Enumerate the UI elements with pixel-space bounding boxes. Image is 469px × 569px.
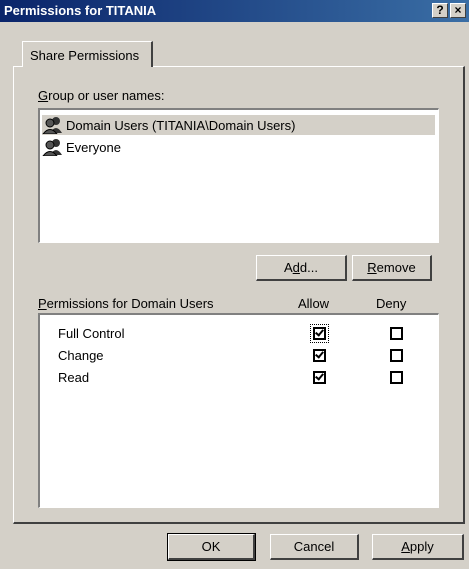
window-title: Permissions for TITANIA bbox=[4, 3, 157, 18]
permissions-dialog: Permissions for TITANIA ? × Share Permis… bbox=[0, 0, 469, 569]
group-users-label-text: roup or user names: bbox=[48, 88, 165, 103]
apply-button-post: pply bbox=[409, 539, 434, 554]
permission-name: Read bbox=[58, 370, 90, 385]
help-button[interactable]: ? bbox=[432, 3, 448, 18]
title-bar[interactable]: Permissions for TITANIA ? × bbox=[0, 0, 469, 22]
permission-row-change: Change bbox=[42, 345, 462, 367]
list-item-label: Domain Users (TITANIA\Domain Users) bbox=[66, 117, 296, 133]
permissions-label-accel: P bbox=[38, 296, 47, 311]
allow-checkbox-change[interactable] bbox=[313, 349, 326, 362]
tab-share-permissions[interactable]: Share Permissions bbox=[22, 41, 153, 67]
permission-name: Change bbox=[58, 348, 104, 363]
users-group-icon bbox=[42, 117, 62, 134]
permissions-list[interactable]: Full Control Change Read bbox=[38, 313, 439, 508]
close-button[interactable]: × bbox=[450, 3, 466, 18]
list-item-everyone[interactable]: Everyone bbox=[42, 137, 435, 157]
apply-button-accel: A bbox=[401, 539, 410, 554]
tab-label: Share Permissions bbox=[30, 48, 140, 63]
deny-checkbox-full-control[interactable] bbox=[390, 327, 403, 340]
list-item-domain-users[interactable]: Domain Users (TITANIA\Domain Users) bbox=[42, 115, 435, 135]
deny-checkbox-change[interactable] bbox=[390, 349, 403, 362]
remove-button[interactable]: Remove bbox=[352, 255, 432, 281]
deny-checkbox-read[interactable] bbox=[390, 371, 403, 384]
add-button[interactable]: Add... bbox=[256, 255, 347, 281]
permissions-label: Permissions for Domain Users bbox=[38, 296, 214, 311]
add-button-post: d... bbox=[299, 260, 318, 275]
group-users-label-accel: G bbox=[38, 88, 49, 103]
add-button-pre: A bbox=[284, 260, 293, 275]
group-users-label: Group or user names: bbox=[38, 88, 164, 103]
permissions-label-text: ermissions for Domain Users bbox=[46, 296, 214, 311]
permission-name: Full Control bbox=[58, 326, 125, 341]
allow-header: Allow bbox=[298, 296, 330, 311]
cancel-button[interactable]: Cancel bbox=[270, 534, 359, 560]
users-group-icon bbox=[42, 139, 62, 156]
ok-button[interactable]: OK bbox=[167, 533, 256, 561]
apply-button[interactable]: Apply bbox=[372, 534, 464, 560]
deny-header: Deny bbox=[376, 296, 407, 311]
add-button-accel: d bbox=[292, 260, 300, 275]
remove-button-post: emove bbox=[376, 260, 416, 275]
user-list[interactable]: Domain Users (TITANIA\Domain Users) Ever… bbox=[38, 108, 439, 243]
allow-checkbox-full-control[interactable] bbox=[310, 324, 329, 343]
permission-row-full-control: Full Control bbox=[42, 323, 462, 345]
list-item-label: Everyone bbox=[66, 139, 121, 155]
remove-button-accel: R bbox=[367, 260, 377, 275]
permission-row-read: Read bbox=[42, 367, 462, 389]
allow-checkbox-read[interactable] bbox=[313, 371, 326, 384]
